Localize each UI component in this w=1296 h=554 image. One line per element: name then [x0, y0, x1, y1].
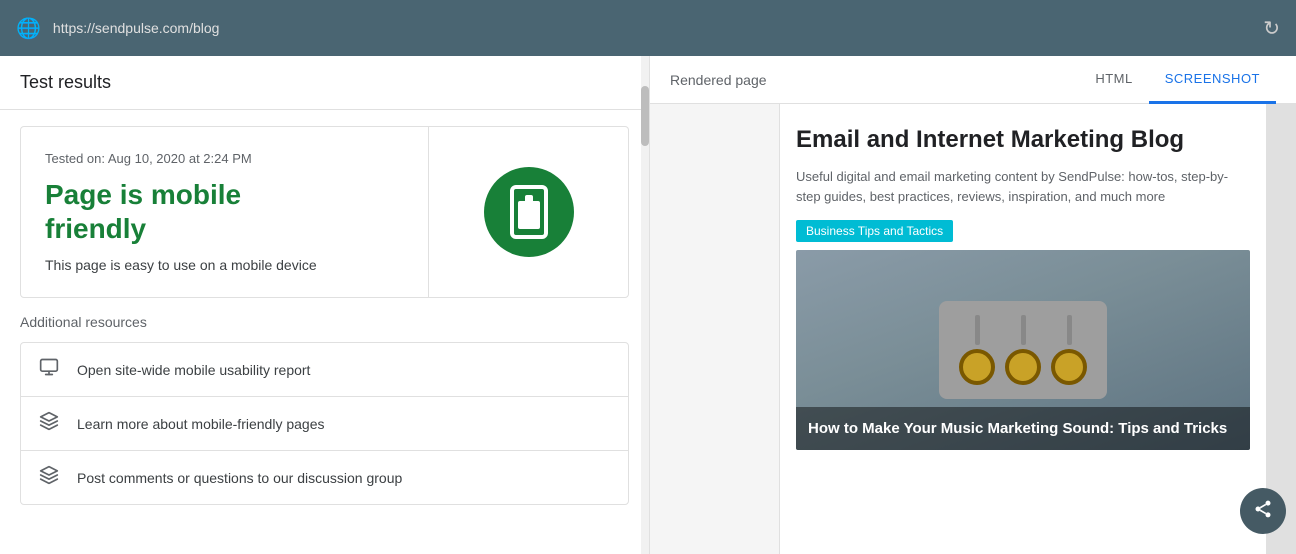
mobile-friendly-icon [484, 167, 574, 257]
additional-resources-section: Additional resources Open site-wide mobi… [0, 314, 649, 521]
blog-card-article-title: How to Make Your Music Marketing Sound: … [808, 419, 1238, 439]
blog-main-content: Email and Internet Marketing Blog Useful… [780, 104, 1266, 554]
blog-article-image: How to Make Your Music Marketing Sound: … [796, 250, 1250, 450]
left-panel: Test results Tested on: Aug 10, 2020 at … [0, 56, 650, 554]
resource-item-discuss-label: Post comments or questions to our discus… [77, 470, 402, 486]
result-card-content: Tested on: Aug 10, 2020 at 2:24 PM Page … [21, 131, 428, 293]
url-display: https://sendpulse.com/blog [53, 20, 1251, 36]
resource-item-usability[interactable]: Open site-wide mobile usability report [21, 343, 628, 397]
discuss-icon [37, 465, 61, 490]
result-card: Tested on: Aug 10, 2020 at 2:24 PM Page … [20, 126, 629, 298]
scrollbar[interactable] [641, 56, 649, 554]
right-panel: Rendered page HTML SCREENSHOT Email and … [650, 56, 1296, 554]
globe-icon: 🌐 [16, 16, 41, 41]
resource-item-learn-label: Learn more about mobile-friendly pages [77, 416, 324, 432]
blog-left-strip [650, 104, 780, 554]
blog-subtitle: Useful digital and email marketing conte… [796, 167, 1250, 206]
blog-preview: Email and Internet Marketing Blog Useful… [650, 104, 1296, 554]
blog-right-strip [1266, 104, 1296, 554]
resource-item-discuss[interactable]: Post comments or questions to our discus… [21, 451, 628, 504]
resource-item-usability-label: Open site-wide mobile usability report [77, 362, 310, 378]
resource-item-learn[interactable]: Learn more about mobile-friendly pages [21, 397, 628, 451]
result-card-icon-area [428, 127, 628, 297]
rendered-page-label: Rendered page [670, 72, 1079, 88]
share-button[interactable] [1240, 488, 1286, 534]
scroll-thumb[interactable] [641, 86, 649, 146]
test-results-header: Test results [0, 56, 649, 110]
main-container: Test results Tested on: Aug 10, 2020 at … [0, 56, 1296, 554]
learn-icon [37, 411, 61, 436]
blog-tag: Business Tips and Tactics [796, 220, 953, 242]
refresh-icon[interactable]: ↻ [1263, 16, 1280, 41]
rendered-page-content: Email and Internet Marketing Blog Useful… [650, 104, 1296, 554]
usability-report-icon [37, 357, 61, 382]
page-status-label: Page is mobilefriendly [45, 178, 404, 245]
tab-screenshot[interactable]: SCREENSHOT [1149, 56, 1276, 104]
page-status-description: This page is easy to use on a mobile dev… [45, 257, 404, 273]
phone-outline-icon [510, 185, 548, 239]
resource-list: Open site-wide mobile usability report L… [20, 342, 629, 505]
phone-screen-icon [518, 201, 540, 229]
tab-html[interactable]: HTML [1079, 56, 1148, 104]
blog-card-overlay: How to Make Your Music Marketing Sound: … [796, 407, 1250, 451]
blog-title: Email and Internet Marketing Blog [796, 124, 1250, 155]
tested-on-label: Tested on: Aug 10, 2020 at 2:24 PM [45, 151, 404, 166]
right-panel-tabs: Rendered page HTML SCREENSHOT [650, 56, 1296, 104]
share-icon [1253, 499, 1273, 524]
additional-resources-title: Additional resources [20, 314, 629, 330]
top-bar: 🌐 https://sendpulse.com/blog ↻ [0, 0, 1296, 56]
